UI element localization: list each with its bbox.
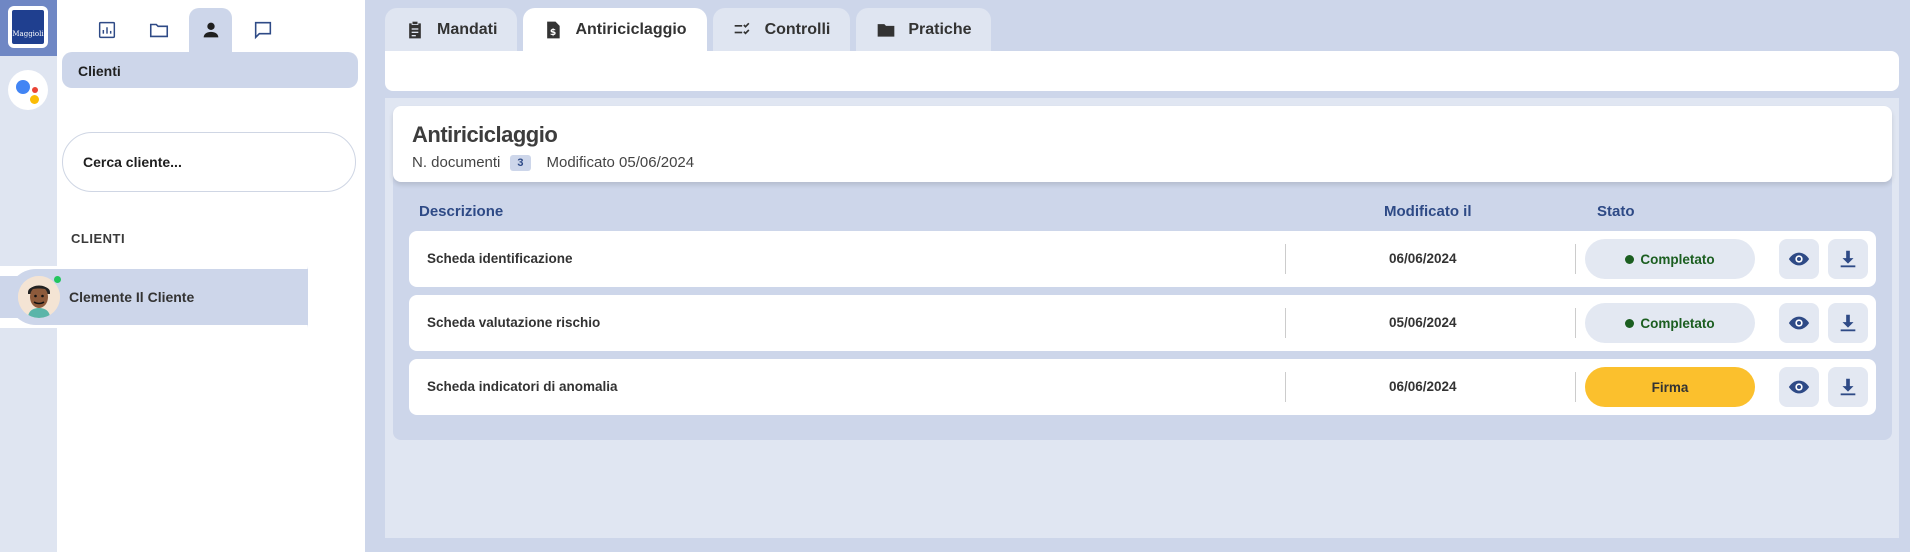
view-button[interactable] <box>1779 367 1819 407</box>
row-description: Scheda indicatori di anomalia <box>427 379 618 394</box>
checklist-icon <box>734 22 750 35</box>
tab-label: Mandati <box>437 21 498 38</box>
dollar-file-icon: $ <box>547 21 561 39</box>
download-button[interactable] <box>1828 239 1868 279</box>
status-dot <box>1625 318 1635 328</box>
assistant-icon[interactable] <box>8 70 48 110</box>
status-dot <box>1625 254 1635 264</box>
eye-icon <box>1788 380 1810 394</box>
download-icon <box>1840 314 1856 332</box>
tab-label: Controlli <box>764 21 831 38</box>
dashboard-icon[interactable] <box>85 8 128 52</box>
svg-text:$: $ <box>550 27 556 38</box>
download-icon <box>1840 250 1856 268</box>
table-row[interactable]: Scheda identificazione 06/06/2024 Comple… <box>409 231 1876 287</box>
tab-bar: Mandati $ Antiriciclaggio Controlli Prat… <box>385 8 992 52</box>
document-header: Antiriciclaggio N. documenti 3 Modificat… <box>393 106 1892 182</box>
tab-mandati[interactable]: Mandati <box>385 8 518 52</box>
download-button[interactable] <box>1828 367 1868 407</box>
tab-pratiche[interactable]: Pratiche <box>856 8 992 52</box>
status-badge[interactable]: Completato <box>1585 239 1755 279</box>
folder-icon[interactable] <box>137 8 180 52</box>
column-header-modified[interactable]: Modificato il <box>1384 203 1472 220</box>
row-date: 06/06/2024 <box>1389 251 1457 266</box>
download-button[interactable] <box>1828 303 1868 343</box>
row-description: Scheda identificazione <box>427 251 573 266</box>
sign-button[interactable]: Firma <box>1585 367 1755 407</box>
maggioli-logo[interactable]: Maggioli <box>8 6 48 48</box>
table-row[interactable]: Scheda valutazione rischio 05/06/2024 Co… <box>409 295 1876 351</box>
doc-modified: Modificato 05/06/2024 <box>546 154 695 171</box>
download-icon <box>1840 378 1856 396</box>
doc-count-label: N. documenti <box>412 154 501 171</box>
section-clients-label[interactable]: Clienti <box>62 52 358 88</box>
view-button[interactable] <box>1779 303 1819 343</box>
person-icon[interactable] <box>189 8 232 52</box>
online-status-dot <box>53 275 62 284</box>
page-title: Antiriciclaggio <box>412 122 558 147</box>
column-header-description[interactable]: Descrizione <box>419 203 503 220</box>
client-list-item[interactable]: Clemente Il Cliente <box>8 269 308 325</box>
tab-label: Pratiche <box>908 21 972 38</box>
avatar <box>18 275 62 318</box>
eye-icon <box>1788 252 1810 266</box>
tab-controlli[interactable]: Controlli <box>712 8 851 52</box>
tab-label: Antiriciclaggio <box>575 21 687 38</box>
view-button[interactable] <box>1779 239 1819 279</box>
app-switcher-active[interactable]: Maggioli <box>0 0 57 56</box>
row-date: 06/06/2024 <box>1389 379 1457 394</box>
client-name: Clemente Il Cliente <box>69 289 195 305</box>
doc-count-badge: 3 <box>510 154 531 171</box>
row-description: Scheda valutazione rischio <box>427 315 601 330</box>
chat-icon[interactable] <box>241 8 284 52</box>
eye-icon <box>1788 316 1810 330</box>
table-row[interactable]: Scheda indicatori di anomalia 06/06/2024… <box>409 359 1876 415</box>
column-header-status[interactable]: Stato <box>1597 203 1635 220</box>
toolbar-strip <box>385 51 1899 91</box>
sidebar-nav <box>85 8 284 52</box>
row-date: 05/06/2024 <box>1389 315 1457 330</box>
status-badge[interactable]: Completato <box>1585 303 1755 343</box>
tab-antiriciclaggio[interactable]: $ Antiriciclaggio <box>523 8 707 52</box>
logo-text: Maggioli <box>12 10 44 44</box>
clipboard-icon <box>409 21 421 39</box>
document-meta: N. documenti 3 Modificato 05/06/2024 <box>412 154 694 171</box>
folder-icon <box>878 24 895 37</box>
client-search-input[interactable] <box>62 132 356 192</box>
clients-list-heading: CLIENTI <box>71 231 126 246</box>
